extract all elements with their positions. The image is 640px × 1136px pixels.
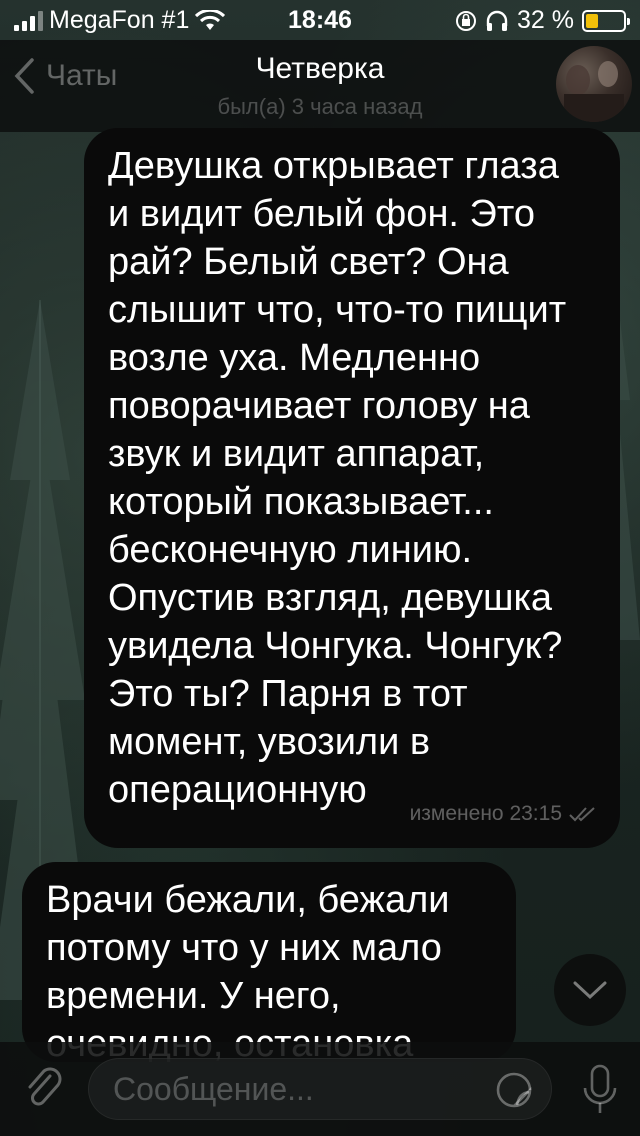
message-edited-time: изменено 23:15 [409, 802, 562, 825]
scroll-to-bottom-button[interactable] [554, 954, 626, 1026]
message-line: бесконечную линию. [108, 529, 473, 571]
status-right: 32 % [455, 6, 630, 35]
battery-level [586, 13, 598, 28]
message-text: Врачи бежали, бежали потому что у них ма… [46, 876, 492, 1062]
message-line: потому что у них мало [46, 927, 442, 969]
headphones-icon [486, 10, 508, 31]
chat-last-seen: был(а) 3 часа назад [217, 94, 423, 119]
chevron-down-icon [573, 981, 607, 1000]
message-outgoing[interactable]: Девушка открывает глаза и видит белый фо… [84, 128, 620, 848]
message-text: Девушка открывает глаза и видит белый фо… [108, 142, 596, 814]
rotation-lock-icon [456, 10, 477, 31]
message-line: поворачивает голову на [108, 385, 530, 427]
chat-avatar[interactable] [556, 46, 632, 122]
message-line: времени. У него, [46, 975, 341, 1017]
message-input[interactable]: Сообщение... [88, 1058, 552, 1120]
message-line: Девушка открывает глаза [108, 145, 559, 187]
message-line: Опустив взгляд, девушка [108, 577, 553, 619]
double-check-icon [569, 807, 595, 822]
message-line: который показывает... [108, 481, 494, 523]
message-line: Это ты? Парня в тот [108, 673, 468, 715]
paperclip-icon[interactable] [20, 1064, 68, 1112]
message-incoming[interactable]: Врачи бежали, бежали потому что у них ма… [22, 862, 516, 1062]
message-line: и видит белый фон. Это [108, 193, 535, 235]
message-input-bar: Сообщение... [0, 1042, 640, 1136]
message-line: возле уха. Медленно [108, 337, 481, 379]
microphone-icon[interactable] [580, 1064, 620, 1116]
sticker-icon[interactable] [495, 1071, 533, 1109]
message-line: увидела Чонгука. Чонгук? [108, 625, 563, 667]
message-line: Врачи бежали, бежали [46, 879, 450, 921]
battery-percent: 32 % [517, 6, 574, 34]
status-bar: MegaFon #1 18:46 32 % [0, 0, 640, 40]
battery-icon [582, 9, 630, 32]
chat-header: Чаты Четверка был(а) 3 часа назад [0, 40, 640, 132]
message-input-placeholder: Сообщение... [113, 1071, 314, 1107]
message-line: момент, увозили в [108, 721, 431, 763]
message-line: рай? Белый свет? Она [108, 241, 509, 283]
message-meta: изменено 23:15 [410, 790, 598, 838]
chat-title[interactable]: Четверка [0, 52, 640, 86]
avatar-photo [564, 61, 624, 122]
message-line: звук и видит аппарат, [108, 433, 485, 475]
message-line: слышит что, что-то пищит [108, 289, 567, 331]
